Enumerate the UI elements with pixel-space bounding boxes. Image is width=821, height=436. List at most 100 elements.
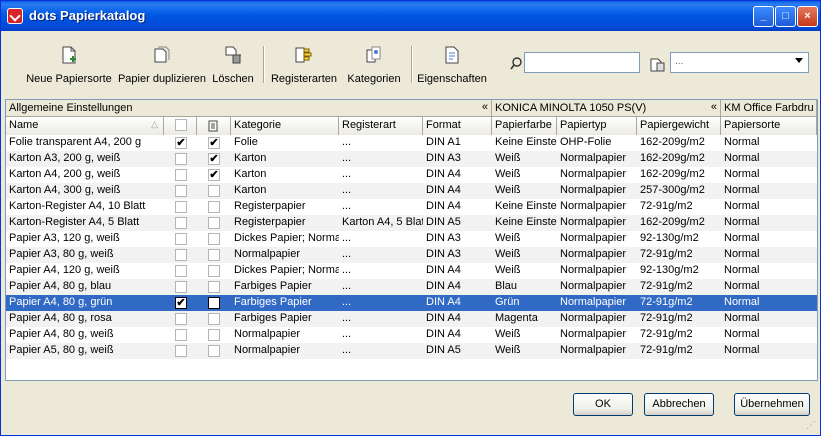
column-header-papiergewicht[interactable]: Papiergewicht bbox=[637, 117, 721, 135]
table-cell-c1[interactable] bbox=[164, 263, 197, 279]
table-cell-c1[interactable]: ✔ bbox=[164, 135, 197, 151]
row-checkbox[interactable] bbox=[175, 217, 187, 229]
maximize-button[interactable]: □ bbox=[775, 6, 796, 27]
table-cell-c1[interactable] bbox=[164, 215, 197, 231]
register-types-button[interactable]: Registerarten bbox=[269, 39, 339, 91]
row-checkbox[interactable] bbox=[208, 233, 220, 245]
row-checkbox[interactable] bbox=[175, 201, 187, 213]
row-checkbox[interactable] bbox=[208, 329, 220, 341]
table-cell-c1[interactable]: ✔ bbox=[164, 295, 197, 311]
column-header-papiersorte[interactable]: Papiersorte bbox=[721, 117, 817, 135]
resize-grip-icon[interactable]: ⋰ bbox=[806, 420, 816, 431]
table-cell-c1[interactable] bbox=[164, 151, 197, 167]
table-cell-c2[interactable] bbox=[197, 311, 231, 327]
column-header-kategorie[interactable]: Kategorie bbox=[231, 117, 339, 135]
table-cell-c1[interactable] bbox=[164, 199, 197, 215]
row-checkbox[interactable]: ✔ bbox=[175, 297, 187, 309]
table-cell-c1[interactable] bbox=[164, 327, 197, 343]
close-button[interactable]: × bbox=[797, 6, 818, 27]
table-cell-c2[interactable] bbox=[197, 295, 231, 311]
table-row[interactable]: Papier A4, 120 g, weiß Dickes Papier; Nor… bbox=[6, 263, 817, 279]
row-checkbox[interactable] bbox=[208, 217, 220, 229]
row-checkbox[interactable] bbox=[208, 265, 220, 277]
table-row[interactable]: Papier A5, 80 g, weiß Normalpapier... DIN … bbox=[6, 343, 817, 359]
row-checkbox[interactable] bbox=[175, 233, 187, 245]
minimize-button[interactable]: _ bbox=[753, 6, 774, 27]
column-header-registerart[interactable]: Registerart bbox=[339, 117, 423, 135]
table-cell-c1[interactable] bbox=[164, 311, 197, 327]
row-checkbox[interactable] bbox=[208, 297, 220, 309]
table-cell-c2[interactable] bbox=[197, 327, 231, 343]
group-km-office[interactable]: KM Office Farbdru bbox=[721, 100, 817, 117]
table-cell-c2[interactable]: ✔ bbox=[197, 135, 231, 151]
apply-button[interactable]: Übernehmen bbox=[734, 393, 810, 416]
table-cell-c1[interactable] bbox=[164, 279, 197, 295]
collapse-general-icon[interactable]: « bbox=[482, 101, 488, 113]
row-checkbox[interactable] bbox=[175, 345, 187, 357]
table-cell-c2[interactable] bbox=[197, 183, 231, 199]
row-checkbox[interactable]: ✔ bbox=[208, 169, 220, 181]
row-checkbox[interactable] bbox=[175, 313, 187, 325]
table-row[interactable]: Papier A4, 80 g, rosa Farbiges Papier... D… bbox=[6, 311, 817, 327]
row-checkbox[interactable]: ✔ bbox=[208, 137, 220, 149]
new-paper-button[interactable]: Neue Papiersorte bbox=[21, 39, 117, 91]
table-row[interactable]: Karton A4, 300 g, weiß Karton... DIN A4 Wei… bbox=[6, 183, 817, 199]
row-checkbox[interactable] bbox=[175, 265, 187, 277]
table-cell-c1[interactable] bbox=[164, 231, 197, 247]
table-row[interactable]: Papier A3, 80 g, weiß Normalpapier... DIN … bbox=[6, 247, 817, 263]
table-row[interactable]: Papier A4, 80 g, weiß Normalpapier... DIN … bbox=[6, 327, 817, 343]
title-bar[interactable]: dots Papierkatalog _ □ × bbox=[1, 1, 820, 31]
table-row[interactable]: Folie transparent A4, 200 g ✔ ✔ Folie... DIN… bbox=[6, 135, 817, 151]
row-checkbox[interactable]: ✔ bbox=[208, 153, 220, 165]
column-header-checkbox-1[interactable] bbox=[164, 117, 197, 135]
table-row[interactable]: Karton A3, 200 g, weiß ✔ Karton... DIN A3 We… bbox=[6, 151, 817, 167]
row-checkbox[interactable] bbox=[175, 169, 187, 181]
table-cell-c2[interactable]: ✔ bbox=[197, 167, 231, 183]
row-checkbox[interactable]: ✔ bbox=[175, 137, 187, 149]
table-cell-c2[interactable] bbox=[197, 247, 231, 263]
chevron-down-icon[interactable] bbox=[795, 58, 803, 63]
row-checkbox[interactable] bbox=[175, 153, 187, 165]
properties-button[interactable]: Eigenschaften bbox=[415, 39, 489, 91]
row-checkbox[interactable] bbox=[208, 281, 220, 293]
table-row[interactable]: Karton A4, 200 g, weiß ✔ Karton... DIN A4 We… bbox=[6, 167, 817, 183]
table-cell-c2[interactable] bbox=[197, 279, 231, 295]
filter-dropdown[interactable]: ... bbox=[670, 52, 809, 73]
table-cell-c2[interactable] bbox=[197, 343, 231, 359]
table-cell-c1[interactable] bbox=[164, 167, 197, 183]
table-cell-c2[interactable] bbox=[197, 215, 231, 231]
table-cell-c1[interactable] bbox=[164, 343, 197, 359]
row-checkbox[interactable] bbox=[208, 185, 220, 197]
categories-button[interactable]: Kategorien bbox=[341, 39, 407, 91]
column-header-checkbox-2[interactable] bbox=[197, 117, 231, 135]
row-checkbox[interactable] bbox=[175, 329, 187, 341]
row-checkbox[interactable] bbox=[208, 249, 220, 261]
column-header-name[interactable]: Name △ bbox=[6, 117, 164, 135]
table-row[interactable]: Papier A4, 80 g, blau Farbiges Papier... D… bbox=[6, 279, 817, 295]
table-row[interactable]: Karton-Register A4, 10 Blatt Registerpapi… bbox=[6, 199, 817, 215]
group-general-settings[interactable]: Allgemeine Einstellungen « bbox=[6, 100, 492, 117]
column-header-papiertyp[interactable]: Papiertyp bbox=[557, 117, 637, 135]
table-cell-c2[interactable] bbox=[197, 231, 231, 247]
table-cell-c1[interactable] bbox=[164, 183, 197, 199]
row-checkbox[interactable] bbox=[208, 313, 220, 325]
group-konica[interactable]: KONICA MINOLTA 1050 PS(V) « bbox=[492, 100, 721, 117]
row-checkbox[interactable] bbox=[208, 345, 220, 357]
column-header-papierfarbe[interactable]: Papierfarbe bbox=[492, 117, 557, 135]
search-input[interactable] bbox=[524, 52, 640, 73]
table-row[interactable]: Papier A3, 120 g, weiß Dickes Papier; Nor… bbox=[6, 231, 817, 247]
table-cell-c1[interactable] bbox=[164, 247, 197, 263]
cancel-button[interactable]: Abbrechen bbox=[644, 393, 714, 416]
column-header-format[interactable]: Format bbox=[423, 117, 492, 135]
table-cell-c2[interactable]: ✔ bbox=[197, 151, 231, 167]
row-checkbox[interactable] bbox=[208, 201, 220, 213]
row-checkbox[interactable] bbox=[175, 281, 187, 293]
row-checkbox[interactable] bbox=[175, 185, 187, 197]
row-checkbox[interactable] bbox=[175, 249, 187, 261]
ok-button[interactable]: OK bbox=[573, 393, 633, 416]
table-row[interactable]: Papier A4, 80 g, grün ✔ Farbiges Papier...… bbox=[6, 295, 817, 311]
table-cell-c2[interactable] bbox=[197, 263, 231, 279]
table-cell-c2[interactable] bbox=[197, 199, 231, 215]
collapse-konica-icon[interactable]: « bbox=[711, 101, 717, 113]
table-row[interactable]: Karton-Register A4, 5 Blatt Registerpapie… bbox=[6, 215, 817, 231]
